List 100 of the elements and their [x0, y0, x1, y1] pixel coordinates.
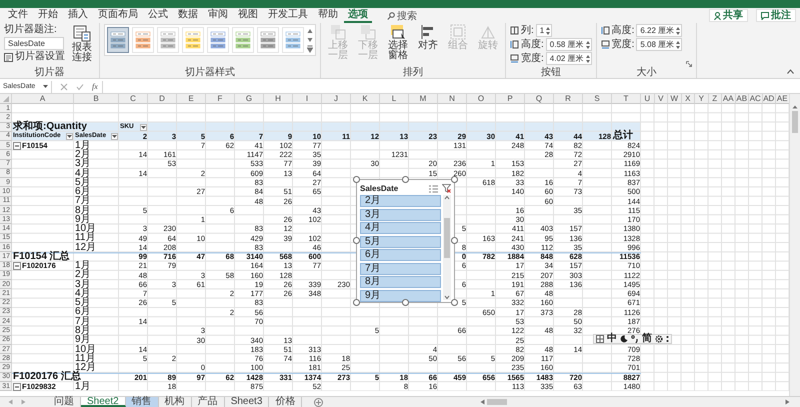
scroll-up-icon[interactable] [792, 105, 798, 109]
column-header[interactable]: C [119, 94, 148, 104]
sheet-tab[interactable]: Sheet2 [81, 397, 126, 407]
scroll-down-icon[interactable] [444, 295, 450, 300]
sheet-tab[interactable]: 产品 [192, 397, 225, 407]
slicer-item[interactable]: 2月 [360, 195, 441, 207]
report-connections-button[interactable]: 报表连接 [69, 24, 95, 63]
ribbon-tab[interactable]: 页面布局 [94, 8, 142, 22]
clear-filter-icon[interactable] [442, 184, 451, 193]
column-header[interactable]: H [264, 94, 293, 104]
resize-handle[interactable] [353, 237, 360, 244]
slicer-item[interactable]: 3月 [360, 208, 441, 220]
arrange-button[interactable]: 对齐 [415, 24, 441, 51]
arrange-button[interactable]: 选择窗格 [385, 24, 411, 61]
column-header[interactable]: R [554, 94, 583, 104]
ribbon-tab[interactable]: 公式 [144, 8, 172, 22]
add-sheet-icon[interactable] [314, 398, 324, 406]
ribbon-tab[interactable]: 视图 [234, 8, 262, 22]
column-header[interactable]: M [409, 94, 438, 104]
collapse-icon[interactable] [13, 262, 21, 270]
comments-button[interactable]: 批注 [756, 9, 796, 22]
column-header[interactable]: T [612, 94, 641, 104]
ribbon-tab[interactable]: 数据 [174, 8, 202, 22]
grip-icon[interactable] [666, 335, 669, 343]
collapse-ribbon-icon[interactable] [787, 69, 794, 74]
slicer-style[interactable] [107, 27, 129, 53]
resize-handle[interactable] [353, 299, 360, 306]
resize-handle[interactable] [353, 176, 360, 183]
column-header[interactable]: AC [749, 94, 762, 104]
column-header[interactable]: Z [708, 94, 722, 104]
column-header[interactable]: Q [525, 94, 554, 104]
spin-field[interactable]: 5.08 厘米 [636, 38, 682, 51]
sheet-tab[interactable]: 机构 [158, 397, 192, 407]
collapse-icon[interactable] [13, 142, 21, 150]
column-header[interactable]: AB [736, 94, 749, 104]
punctuation-icon[interactable] [631, 335, 639, 343]
gear-icon[interactable] [655, 335, 663, 343]
column-header[interactable]: O [467, 94, 496, 104]
column-header[interactable]: X [682, 94, 695, 104]
input-mode[interactable]: 中 [607, 334, 617, 344]
column-header[interactable]: S [583, 94, 612, 104]
slicer-item[interactable]: 7月 [360, 262, 441, 274]
share-button[interactable]: 共享 [709, 9, 748, 22]
ribbon-tab[interactable]: 插入 [64, 8, 92, 22]
column-header[interactable]: AA [722, 94, 736, 104]
ribbon-tab[interactable]: 审阅 [204, 8, 232, 22]
resize-handle[interactable] [451, 237, 458, 244]
collapse-icon[interactable] [13, 382, 21, 391]
scroll-thumb[interactable] [444, 218, 450, 258]
column-header[interactable]: D [148, 94, 177, 104]
resize-handle[interactable] [451, 176, 458, 183]
spin-field[interactable]: 6.22 厘米 [636, 24, 682, 37]
multi-select-icon[interactable] [429, 184, 438, 192]
slicer-item[interactable]: 4月 [360, 222, 441, 234]
slicer-item[interactable]: 9月 [360, 290, 441, 302]
column-header[interactable]: AE [776, 94, 789, 104]
column-header[interactable]: U [641, 94, 654, 104]
slicer-settings-button[interactable]: 切片器设置 [4, 51, 65, 63]
column-header[interactable]: J [322, 94, 351, 104]
sheet-tab[interactable]: 销售 [126, 397, 159, 407]
scroll-thumb[interactable] [487, 399, 507, 405]
scroll-right-icon[interactable] [785, 399, 790, 405]
column-header[interactable]: I [293, 94, 322, 104]
search-field[interactable]: 搜索 [384, 9, 420, 22]
moon-icon[interactable] [620, 335, 628, 343]
spin-field[interactable]: 4.02 厘米 [546, 52, 592, 65]
check-icon[interactable] [76, 82, 84, 90]
scroll-up-icon[interactable] [444, 195, 450, 200]
column-header[interactable]: N [438, 94, 467, 104]
slicer-item[interactable]: 8月 [360, 276, 441, 288]
column-header[interactable]: E [177, 94, 206, 104]
scroll-left-icon[interactable] [480, 399, 485, 405]
column-header[interactable]: V [654, 94, 668, 104]
resize-handle[interactable] [402, 299, 408, 306]
column-header[interactable]: L [380, 94, 409, 104]
column-header[interactable]: G [235, 94, 264, 104]
sheet-tab[interactable]: Sheet3 [224, 397, 270, 407]
column-header[interactable]: P [496, 94, 525, 104]
ribbon-tab[interactable]: 开发工具 [264, 8, 312, 22]
scroll-thumb[interactable] [792, 111, 798, 133]
insert-function-button[interactable]: fx [92, 82, 98, 91]
slicer-item[interactable]: 5月 [360, 236, 441, 248]
script-mode[interactable]: 简 [642, 334, 652, 344]
column-header[interactable]: B [74, 94, 119, 104]
resize-handle[interactable] [451, 299, 458, 306]
spin-field[interactable]: 0.58 厘米 [546, 38, 592, 51]
column-header[interactable]: A [12, 94, 74, 104]
spin-field[interactable]: 1 [536, 24, 552, 37]
ribbon-tab[interactable]: 文件 [4, 8, 32, 22]
column-header[interactable]: W [668, 94, 682, 104]
resize-handle[interactable] [402, 176, 408, 183]
column-header[interactable]: AD [762, 94, 776, 104]
dialog-launcher-icon[interactable] [686, 61, 692, 67]
slicer-item[interactable]: 6月 [360, 249, 441, 261]
sheet-tab[interactable]: 价格 [269, 397, 302, 407]
column-header[interactable]: Y [695, 94, 708, 104]
column-header[interactable]: F [206, 94, 235, 104]
column-header[interactable]: K [351, 94, 380, 104]
slicer-panel[interactable]: SalesDate 2月 3月 4月 5月 6月 7月 8月 9月 [356, 179, 455, 303]
ribbon-tab[interactable]: 开始 [34, 8, 62, 22]
